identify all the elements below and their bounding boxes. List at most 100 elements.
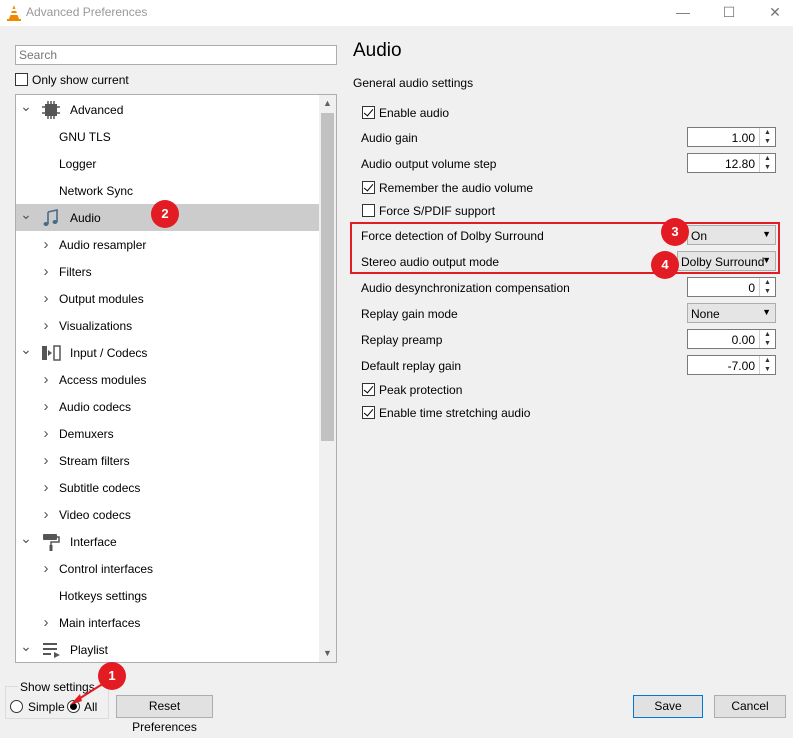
tree-item-label: Output modules: [59, 292, 144, 306]
tree-item-label: Audio resampler: [59, 238, 147, 252]
tree-item-label: Filters: [59, 265, 92, 279]
chevron-right-icon[interactable]: ›: [39, 312, 53, 339]
chevron-right-icon[interactable]: ›: [39, 231, 53, 258]
chevron-down-icon[interactable]: ⌄: [19, 528, 33, 555]
chevron-right-icon[interactable]: ›: [39, 258, 53, 285]
force-spdif-label: Force S/PDIF support: [379, 204, 496, 218]
replay-preamp-stepper[interactable]: ▲ ▼: [759, 330, 775, 348]
annotation-badge-1: 1: [98, 662, 126, 690]
tree-item-input-codecs[interactable]: ⌄ Input / Codecs: [16, 339, 319, 366]
chevron-right-icon[interactable]: ›: [39, 393, 53, 420]
force-spdif-checkbox[interactable]: [362, 204, 375, 217]
tree-item-control-interfaces[interactable]: › Control interfaces: [16, 555, 319, 582]
cancel-button[interactable]: Cancel: [714, 695, 786, 718]
paint-roller-icon: [41, 532, 61, 552]
chevron-right-icon[interactable]: ›: [39, 555, 53, 582]
chevron-right-icon[interactable]: ›: [39, 420, 53, 447]
peak-protection-checkbox[interactable]: [362, 383, 375, 396]
maximize-button[interactable]: ☐: [706, 0, 752, 26]
replay-preamp-spinbox[interactable]: 0.00 ▲ ▼: [687, 329, 776, 349]
scroll-down-button[interactable]: ▼: [319, 645, 336, 662]
tree-item-label: Network Sync: [59, 184, 134, 198]
section-title: Audio: [353, 40, 402, 61]
tree-item-label: Video codecs: [59, 508, 131, 522]
section-subtitle: General audio settings: [353, 76, 474, 90]
peak-protection-label: Peak protection: [379, 383, 463, 397]
tree-item-stream-filters[interactable]: › Stream filters: [16, 447, 319, 474]
tree-item-playlist[interactable]: ⌄ Playlist: [16, 636, 319, 662]
tree-item-advanced[interactable]: ⌄ Advanced: [16, 96, 319, 123]
simple-radio[interactable]: [10, 700, 23, 713]
search-input[interactable]: [15, 45, 337, 65]
tree-item-label: Hotkeys settings: [59, 589, 148, 603]
tree-item-label: Audio codecs: [59, 400, 132, 414]
preferences-tree[interactable]: ⌄ Advanced GNU TLS Logger Network Sync ⌄ Audio…: [15, 94, 337, 663]
chevron-right-icon[interactable]: ›: [39, 366, 53, 393]
chevron-right-icon[interactable]: ›: [39, 285, 53, 312]
tree-item-label: Main interfaces: [59, 616, 141, 630]
tree-item-audio-resampler[interactable]: › Audio resampler: [16, 231, 319, 258]
volume-step-spinbox[interactable]: 12.80 ▲ ▼: [687, 153, 776, 173]
tree-item-label: Subtitle codecs: [59, 481, 141, 495]
tree-item-label: Logger: [59, 157, 97, 171]
tree-item-output-modules[interactable]: › Output modules: [16, 285, 319, 312]
volume-step-value: 12.80: [724, 157, 755, 171]
enable-audio-label: Enable audio: [379, 106, 450, 120]
tree-item-hotkeys-settings[interactable]: Hotkeys settings: [16, 582, 319, 609]
chevron-right-icon[interactable]: ›: [39, 609, 53, 636]
default-replay-gain-stepper[interactable]: ▲ ▼: [759, 356, 775, 374]
chevron-right-icon[interactable]: ›: [39, 474, 53, 501]
tree-item-label: Demuxers: [59, 427, 114, 441]
annotation-badge-4: 4: [651, 251, 679, 279]
replay-preamp-value: 0.00: [731, 333, 755, 347]
tree-item-demuxers[interactable]: › Demuxers: [16, 420, 319, 447]
music-note-icon: [41, 208, 61, 228]
annotation-badge-3: 3: [661, 218, 689, 246]
vlc-cone-icon: [7, 5, 21, 21]
tree-item-label: Stream filters: [59, 454, 130, 468]
annotation-highlight-box: [350, 222, 780, 274]
close-button[interactable]: ✕: [752, 0, 793, 26]
chevron-right-icon[interactable]: ›: [39, 501, 53, 528]
audio-gain-spinbox[interactable]: 1.00 ▲ ▼: [687, 127, 776, 147]
tree-item-gnu-tls[interactable]: GNU TLS: [16, 123, 319, 150]
tree-item-subtitle-codecs[interactable]: › Subtitle codecs: [16, 474, 319, 501]
tree-item-label: Input / Codecs: [70, 346, 148, 360]
audio-gain-stepper[interactable]: ▲ ▼: [759, 128, 775, 146]
chevron-down-icon[interactable]: ⌄: [19, 96, 33, 123]
tree-item-video-codecs[interactable]: › Video codecs: [16, 501, 319, 528]
time-stretching-checkbox[interactable]: [362, 406, 375, 419]
tree-item-label: Advanced: [70, 103, 124, 117]
tree-item-main-interfaces[interactable]: › Main interfaces: [16, 609, 319, 636]
volume-step-stepper[interactable]: ▲ ▼: [759, 154, 775, 172]
chevron-down-icon[interactable]: ⌄: [19, 636, 33, 662]
tree-scrollbar[interactable]: ▲ ▼: [319, 95, 336, 662]
chevron-down-icon: ▼: [762, 307, 771, 317]
replay-gain-mode-select[interactable]: None ▼: [687, 303, 776, 323]
tree-item-access-modules[interactable]: › Access modules: [16, 366, 319, 393]
desync-spinbox[interactable]: 0 ▲ ▼: [687, 277, 776, 297]
tree-item-audio-codecs[interactable]: › Audio codecs: [16, 393, 319, 420]
tree-item-interface[interactable]: ⌄ Interface: [16, 528, 319, 555]
replay-preamp-label: Replay preamp: [361, 333, 443, 347]
minimize-button[interactable]: —: [660, 0, 706, 26]
tree-item-label: Audio: [70, 211, 101, 225]
window-title: Advanced Preferences: [26, 5, 148, 19]
tree-item-filters[interactable]: › Filters: [16, 258, 319, 285]
audio-gain-label: Audio gain: [361, 131, 418, 145]
default-replay-gain-spinbox[interactable]: -7.00 ▲ ▼: [687, 355, 776, 375]
only-show-current-checkbox[interactable]: [15, 73, 28, 86]
enable-audio-checkbox[interactable]: [362, 106, 375, 119]
scroll-up-button[interactable]: ▲: [319, 95, 336, 112]
remember-volume-checkbox[interactable]: [362, 181, 375, 194]
chevron-right-icon[interactable]: ›: [39, 447, 53, 474]
volume-step-label: Audio output volume step: [361, 157, 497, 171]
desync-stepper[interactable]: ▲ ▼: [759, 278, 775, 296]
chevron-down-icon[interactable]: ⌄: [19, 204, 33, 231]
chevron-down-icon[interactable]: ⌄: [19, 339, 33, 366]
save-button[interactable]: Save: [633, 695, 703, 718]
scroll-thumb[interactable]: [321, 113, 334, 441]
reset-preferences-button[interactable]: Reset Preferences: [116, 695, 213, 734]
tree-item-visualizations[interactable]: › Visualizations: [16, 312, 319, 339]
tree-item-logger[interactable]: Logger: [16, 150, 319, 177]
